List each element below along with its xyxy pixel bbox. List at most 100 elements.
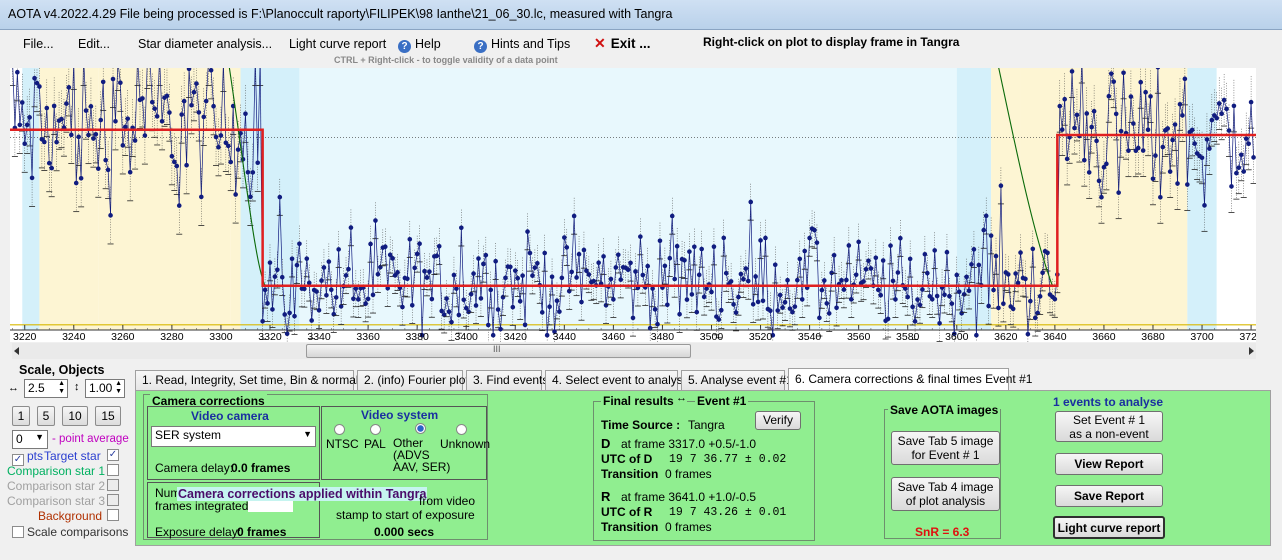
scroll-grip: III	[493, 344, 501, 354]
data-point	[716, 317, 722, 322]
radio-pal[interactable]	[370, 424, 381, 435]
scroll-right-icon[interactable]	[1249, 347, 1254, 355]
scale-comparisons-checkbox[interactable]: Scale comparisons	[12, 525, 128, 539]
save-report-button[interactable]: Save Report	[1055, 485, 1163, 507]
x-tick-label: 3640	[1043, 331, 1067, 342]
left-panel: Scale, Objects ↔ 2.5 ▲ ▼ ↕ 1.00 ▲ ▼ 1 5 10 1…	[0, 360, 129, 560]
scale-button-1[interactable]: 1	[12, 406, 30, 426]
data-point	[839, 277, 844, 283]
scale-button-5[interactable]: 5	[37, 406, 55, 426]
x-tick-label: 3700	[1190, 331, 1214, 342]
spacing-input[interactable]: 1.00 ▲ ▼	[85, 379, 125, 398]
radio-unknown[interactable]	[456, 424, 467, 435]
x-tick-label: 3280	[160, 331, 184, 342]
verify-button[interactable]: Verify	[755, 411, 801, 430]
x-tick-label: 3720	[1239, 331, 1256, 342]
arrows-icon: ↔	[676, 392, 687, 404]
transition-r-label: Transition	[601, 520, 659, 534]
ctrl-note: CTRL + Right-click - to toggle validity …	[334, 55, 558, 65]
menu-hints[interactable]: ? Hints and Tips	[474, 37, 570, 53]
scale-input[interactable]: 2.5 ▲ ▼	[24, 379, 68, 398]
scale-spinner-icon[interactable]: ▲ ▼	[58, 380, 65, 396]
x-tick-label: 3340	[307, 331, 331, 342]
exposure-delay-label: Exposure delay:	[155, 525, 242, 539]
scroll-left-icon[interactable]	[14, 347, 19, 355]
x-tick-label: 3460	[602, 331, 626, 342]
comp1-label: Comparison star 1	[7, 464, 106, 478]
scroll-thumb[interactable]: III	[306, 344, 691, 358]
menu-help[interactable]: ? Help	[398, 37, 441, 53]
light-curve-plot[interactable]: 3220 3240 3260 3280 3300 3320 3340 3360 3380 3400…	[10, 68, 1256, 342]
tab-find-events[interactable]: 3. Find events	[466, 370, 548, 390]
transition-d-value: 0 frames	[665, 467, 712, 481]
data-point	[512, 268, 518, 273]
tab-read[interactable]: 1. Read, Integrity, Set time, Bin & norm…	[135, 370, 374, 390]
view-report-button[interactable]: View Report	[1055, 453, 1163, 475]
target-star-label: Target star	[44, 449, 101, 463]
r-label: R	[601, 489, 611, 504]
spacing-spinner-icon[interactable]: ▲ ▼	[115, 380, 122, 396]
x-tick-label: 3520	[749, 331, 773, 342]
point-average-select[interactable]: 0 ▼	[12, 430, 48, 449]
menu-help-label: Help	[415, 37, 441, 51]
right-click-note: Right-click on plot to display frame in …	[703, 35, 960, 49]
menu-edit[interactable]: Edit...	[78, 37, 110, 51]
frames-integrated-input[interactable]	[248, 501, 293, 512]
plot-band	[1187, 68, 1217, 330]
menu-star-diameter[interactable]: Star diameter analysis...	[138, 37, 272, 51]
x-tick-label: 3320	[258, 331, 282, 342]
scale-button-10[interactable]: 10	[62, 406, 88, 426]
radio-ntsc[interactable]	[334, 424, 345, 435]
final-event-title: Event #1	[695, 394, 749, 408]
radio-ntsc-label: NTSC	[326, 437, 359, 451]
camera-delay-label: Camera delay:	[155, 461, 234, 475]
window-title: AOTA v4.2022.4.29 File being processed i…	[8, 7, 673, 21]
final-results-title: Final results	[601, 394, 676, 408]
x-tick-label: 3620	[994, 331, 1018, 342]
time-source-value: Tangra	[688, 418, 725, 432]
data-point	[1251, 155, 1256, 160]
comp1-check[interactable]	[107, 464, 119, 476]
background-check[interactable]	[107, 509, 119, 521]
transition-d-label: Transition	[601, 467, 659, 481]
target-star-check[interactable]: ✓	[107, 449, 119, 461]
x-tick-label: 3580	[896, 331, 920, 342]
secs-value: 0.000 secs	[374, 525, 435, 539]
x-tick-label: 3300	[209, 331, 233, 342]
scale-button-15[interactable]: 15	[95, 406, 121, 426]
tab-content: Camera corrections Video camera SER syst…	[135, 390, 1271, 546]
menu-light-curve-report[interactable]: Light curve report	[289, 37, 386, 51]
data-point	[481, 261, 486, 267]
menu-hints-label: Hints and Tips	[491, 37, 571, 51]
x-tick-label: 3240	[62, 331, 86, 342]
menu-exit[interactable]: ✕ Exit ...	[594, 35, 651, 52]
camera-select[interactable]: SER system ▼	[151, 426, 316, 447]
data-point	[172, 159, 177, 165]
exposure-delay-value: 0 frames	[237, 525, 287, 539]
frames-integrated-label-b: frames integrated	[155, 499, 249, 513]
menu-file[interactable]: File...	[23, 37, 54, 51]
data-point	[1108, 71, 1114, 76]
utc-r-value: 19 7 43.26 ± 0.01	[669, 506, 787, 519]
spacing-value: 1.00	[89, 381, 113, 395]
radio-other[interactable]	[415, 423, 426, 434]
tab-camera-corrections[interactable]: 6. Camera corrections & final times Even…	[788, 368, 1032, 391]
scale-comparisons-check[interactable]	[12, 526, 24, 538]
tab-select-event[interactable]: 4. Select event to analyse	[545, 370, 689, 390]
tab-fourier[interactable]: 2. (info) Fourier plot	[357, 370, 469, 390]
data-point	[213, 134, 219, 140]
scale-title: Scale, Objects	[19, 363, 105, 377]
plot-scrollbar[interactable]: III	[12, 343, 1256, 359]
set-non-event-button[interactable]: Set Event # 1 as a non-event	[1055, 411, 1163, 442]
data-point	[191, 89, 197, 95]
save-tab5-button[interactable]: Save Tab 5 image for Event # 1	[891, 431, 1000, 465]
light-curve-svg[interactable]: 3220 3240 3260 3280 3300 3320 3340 3360 3380 3400…	[10, 68, 1256, 342]
light-curve-report-button[interactable]: Light curve report	[1053, 516, 1165, 539]
save-tab4-button[interactable]: Save Tab 4 image of plot analysis	[891, 477, 1000, 511]
snr-value: SnR = 6.3	[915, 525, 970, 539]
camera-delay-value: 0.0 frames	[231, 461, 291, 475]
save-images-group	[884, 409, 1001, 539]
save-images-title: Save AOTA images	[888, 403, 1001, 417]
tab-analyse-event[interactable]: 5. Analyse event #1	[681, 370, 793, 390]
data-point	[819, 287, 825, 293]
